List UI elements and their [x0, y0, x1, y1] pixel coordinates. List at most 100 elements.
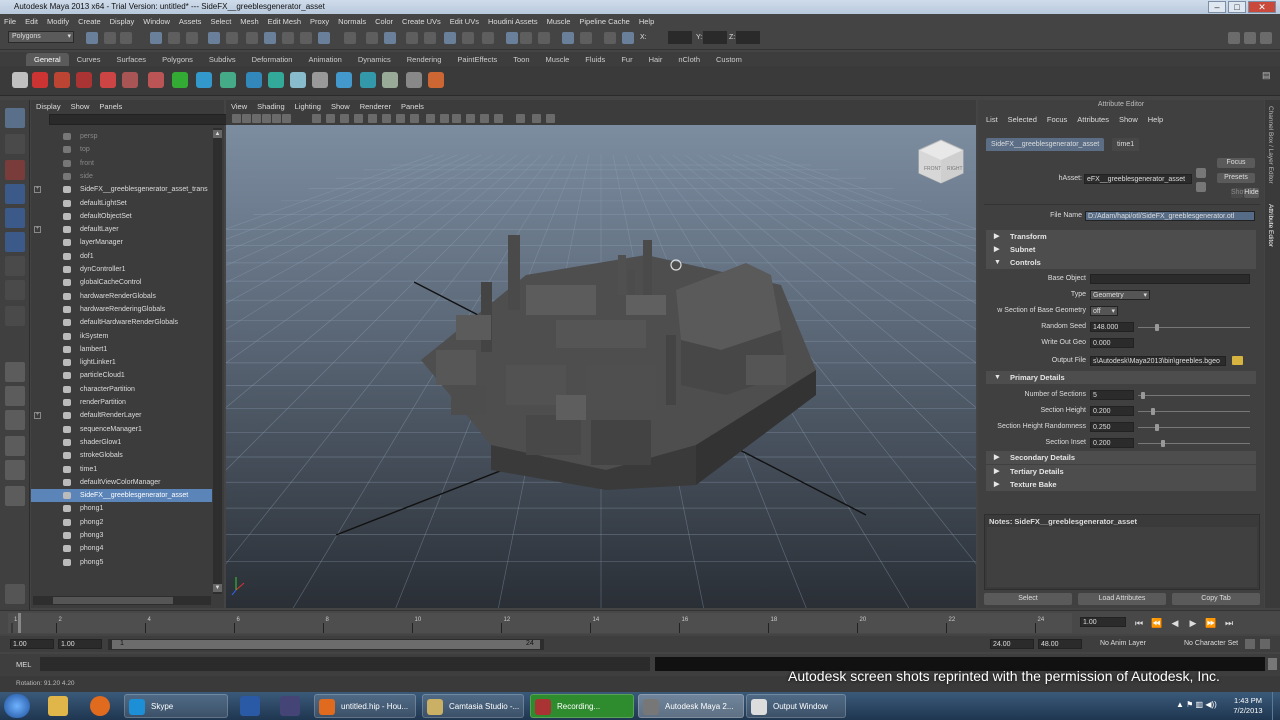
attr-tab-0[interactable]: SideFX__greeblesgenerator_asset: [986, 138, 1105, 151]
status-tool-icon[interactable]: [226, 32, 238, 44]
attr-menu-selected[interactable]: Selected: [1008, 115, 1037, 124]
outliner-item[interactable]: sequenceManager1: [31, 423, 212, 436]
outliner-item[interactable]: phong4: [31, 542, 212, 555]
outliner-item[interactable]: side: [31, 170, 212, 183]
lasso-tool-icon[interactable]: [5, 134, 25, 154]
random-seed-field[interactable]: 148.000: [1090, 322, 1134, 332]
range-end2-field[interactable]: 48.00: [1038, 639, 1082, 649]
start-button[interactable]: [4, 694, 30, 718]
presets-button[interactable]: Presets: [1217, 173, 1255, 183]
shelf-tool-icon[interactable]: [12, 72, 28, 88]
scroll-up-icon[interactable]: ▲: [213, 130, 222, 138]
outlook-icon[interactable]: [240, 696, 260, 716]
viewport-tool-icon[interactable]: [262, 114, 271, 123]
shelf-tab-rendering[interactable]: Rendering: [399, 53, 450, 66]
viewport-tool-icon[interactable]: [532, 114, 541, 123]
taskbar-item[interactable]: untitled.hip - Hou...: [314, 694, 416, 718]
copy-tab-button[interactable]: Copy Tab: [1172, 593, 1260, 605]
base-object-field[interactable]: [1090, 274, 1250, 284]
greeble-model[interactable]: [421, 235, 816, 490]
shelf-tool-icon[interactable]: [54, 72, 70, 88]
load-attributes-button[interactable]: Load Attributes: [1078, 593, 1166, 605]
status-tool-icon[interactable]: [604, 32, 616, 44]
menu-normals[interactable]: Normals: [338, 17, 366, 26]
show-desktop-button[interactable]: [1272, 692, 1280, 720]
status-tool-icon[interactable]: [562, 32, 574, 44]
primary-param-slider[interactable]: [1138, 395, 1250, 396]
manipulator-icon[interactable]: [5, 256, 25, 276]
status-tool-icon[interactable]: [300, 32, 312, 44]
outliner-item[interactable]: dynController1: [31, 263, 212, 276]
viewport-tool-icon[interactable]: [382, 114, 391, 123]
status-tool-icon[interactable]: [282, 32, 294, 44]
outliner-item[interactable]: defaultObjectSet: [31, 210, 212, 223]
primary-param-field[interactable]: 0.200: [1090, 438, 1134, 448]
expand-icon[interactable]: +: [34, 226, 41, 234]
attr-menu-help[interactable]: Help: [1148, 115, 1163, 124]
x-field[interactable]: [668, 31, 692, 44]
select-tool-icon[interactable]: [5, 108, 25, 128]
viewport-menu-view[interactable]: View: [231, 102, 247, 111]
close-button[interactable]: ✕: [1248, 1, 1276, 13]
viewport-tool-icon[interactable]: [354, 114, 363, 123]
viewport-menu-shading[interactable]: Shading: [257, 102, 285, 111]
primary-param-slider-thumb[interactable]: [1161, 440, 1165, 447]
y-field[interactable]: [703, 31, 727, 44]
viewport-tool-icon[interactable]: [494, 114, 503, 123]
status-tool-icon[interactable]: [246, 32, 258, 44]
expand-icon[interactable]: +: [34, 412, 41, 420]
outliner-item[interactable]: lightLinker1: [31, 356, 212, 369]
shelf-tab-curves[interactable]: Curves: [69, 53, 109, 66]
outliner-item[interactable]: SideFX__greeblesgenerator_asset: [31, 489, 212, 503]
layout-icon[interactable]: [1228, 32, 1240, 44]
viewport-tool-icon[interactable]: [440, 114, 449, 123]
scale-tool-icon[interactable]: [5, 232, 25, 252]
outliner-item[interactable]: front: [31, 157, 212, 170]
outliner-item[interactable]: time1: [31, 463, 212, 476]
section-texture-bake[interactable]: ▶ Texture Bake: [986, 478, 1256, 491]
character-set-dropdown[interactable]: No Character Set: [1184, 640, 1238, 647]
mel-label[interactable]: MEL: [16, 660, 31, 669]
status-tool-icon[interactable]: [538, 32, 550, 44]
outliner-item[interactable]: + defaultRenderLayer: [31, 409, 212, 422]
viewport-tool-icon[interactable]: [242, 114, 251, 123]
status-tool-icon[interactable]: [318, 32, 330, 44]
status-tool-icon[interactable]: [264, 32, 276, 44]
range-start-field[interactable]: 1.00: [10, 639, 54, 649]
status-tool-icon[interactable]: [186, 32, 198, 44]
menu-set-dropdown[interactable]: Polygons ▾: [8, 31, 74, 43]
custom-layout-icon[interactable]: [5, 486, 25, 506]
status-tool-icon[interactable]: [520, 32, 532, 44]
shelf-tool-icon[interactable]: [196, 72, 212, 88]
shelf-tool-icon[interactable]: [268, 72, 284, 88]
outliner-item[interactable]: strokeGlobals: [31, 449, 212, 462]
viewport-menu-renderer[interactable]: Renderer: [360, 102, 391, 111]
shelf-tool-icon[interactable]: [220, 72, 236, 88]
menu-assets[interactable]: Assets: [179, 17, 202, 26]
key-icon[interactable]: [1245, 639, 1255, 649]
write-out-geo-field[interactable]: 0.000: [1090, 338, 1134, 348]
outliner-item[interactable]: top: [31, 143, 212, 156]
outliner-item[interactable]: phong5: [31, 556, 212, 569]
viewport-tool-icon[interactable]: [410, 114, 419, 123]
shelf-tab-custom[interactable]: Custom: [708, 53, 750, 66]
range-slider[interactable]: 1.00 1.00 1 24 24.00 48.00 No Anim Layer…: [0, 636, 1280, 652]
clock[interactable]: 1:43 PM 7/2/2013: [1228, 696, 1268, 716]
range-bar-thumb[interactable]: 1 24: [112, 640, 540, 649]
taskbar-item[interactable]: Skype: [124, 694, 228, 718]
outliner-item[interactable]: lambert1: [31, 343, 212, 356]
viewport-menu-lighting[interactable]: Lighting: [295, 102, 321, 111]
menu-window[interactable]: Window: [143, 17, 170, 26]
menu-pipeline-cache[interactable]: Pipeline Cache: [579, 17, 629, 26]
single-perspective-layout-icon[interactable]: [5, 362, 25, 382]
outliner-item[interactable]: particleCloud1: [31, 369, 212, 382]
play-backward-icon[interactable]: ◀: [1168, 617, 1182, 629]
range-bar[interactable]: 1 24: [108, 639, 544, 650]
menu-file[interactable]: File: [4, 17, 16, 26]
primary-param-slider-thumb[interactable]: [1141, 392, 1145, 399]
folder-icon[interactable]: [1232, 356, 1243, 365]
viewport-menu-show[interactable]: Show: [331, 102, 350, 111]
shelf-tab-surfaces[interactable]: Surfaces: [108, 53, 154, 66]
shelf-tab-deformation[interactable]: Deformation: [244, 53, 301, 66]
viewport-tool-icon[interactable]: [312, 114, 321, 123]
